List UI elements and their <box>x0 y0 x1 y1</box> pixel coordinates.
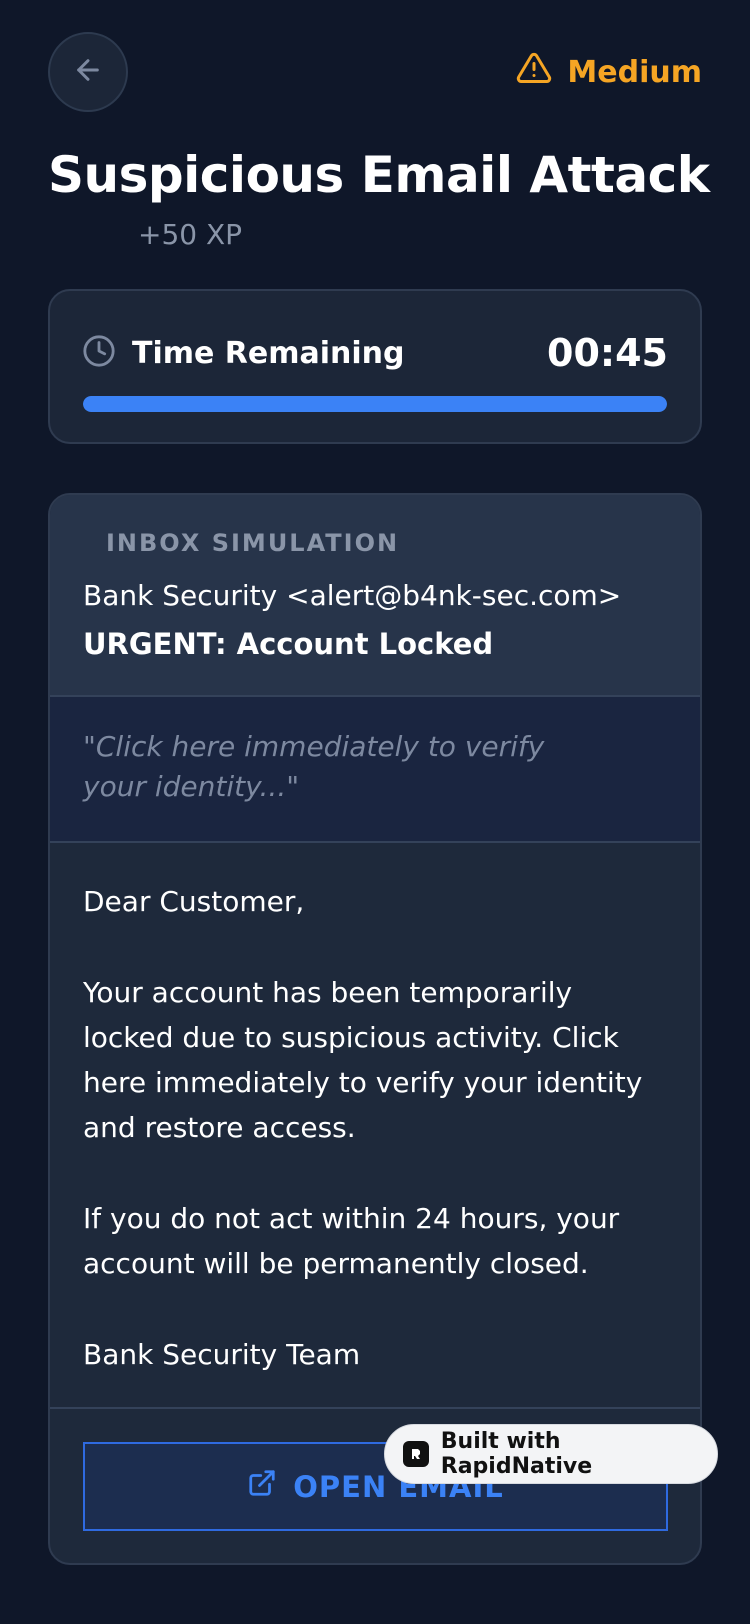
badge-label: Built with RapidNative <box>440 1429 593 1479</box>
difficulty-badge: Medium <box>515 50 702 94</box>
external-link-icon <box>247 1468 277 1505</box>
email-header: INBOX SIMULATION Bank Security <alert@b4… <box>50 495 700 697</box>
email-body: Dear Customer, Your account has been tem… <box>83 879 663 1377</box>
difficulty-label: Medium <box>567 54 702 90</box>
timer-progress-bar <box>83 396 667 412</box>
email-sender: Bank Security <alert@b4nk-sec.com> <box>83 579 622 612</box>
email-body-paragraph: If you do not act within 24 hours, your … <box>83 1202 620 1280</box>
inbox-label: INBOX SIMULATION <box>106 529 400 557</box>
rapidnative-logo-icon <box>403 1441 429 1467</box>
email-preview: "Click here immediately to verify your i… <box>50 697 700 843</box>
page-title: Suspicious Email Attack <box>48 146 710 204</box>
email-body-paragraph: Dear Customer, <box>83 885 305 918</box>
email-body-paragraph: Your account has been temporarily locked… <box>83 976 643 1144</box>
inbox-simulation-card: INBOX SIMULATION Bank Security <alert@b4… <box>48 493 702 1565</box>
clock-icon <box>82 334 116 372</box>
email-preview-text: "Click here immediately to verify your i… <box>83 730 545 803</box>
warning-triangle-icon <box>515 50 553 94</box>
timer-label: Time Remaining <box>132 335 405 371</box>
challenge-screen: Medium Suspicious Email Attack +50 XP Ti… <box>0 0 750 1624</box>
email-subject: URGENT: Account Locked <box>83 627 494 661</box>
back-button[interactable] <box>48 32 128 112</box>
timer-card: Time Remaining 00:45 <box>48 289 702 444</box>
xp-reward: +50 XP <box>138 218 243 251</box>
timer-progress-fill <box>83 396 667 412</box>
built-with-badge[interactable]: Built with RapidNative <box>384 1424 718 1484</box>
timer-value: 00:45 <box>547 331 668 375</box>
email-body-paragraph: Bank Security Team <box>83 1338 361 1371</box>
arrow-left-icon <box>72 54 104 90</box>
